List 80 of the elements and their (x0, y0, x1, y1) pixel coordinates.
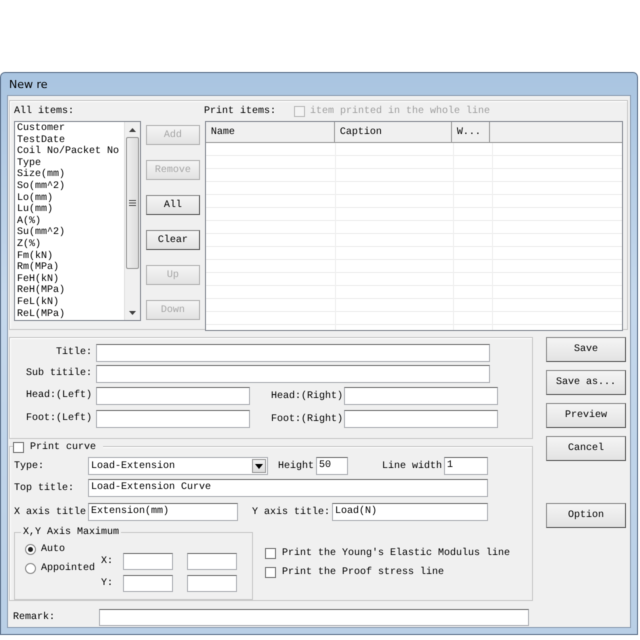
field-label: Height (278, 460, 314, 472)
text-field[interactable]: Extension(mm) (88, 503, 238, 521)
list-item[interactable]: Rm(MPa) (17, 262, 122, 274)
button[interactable]: Save as... (546, 370, 626, 395)
list-item[interactable]: Fm(kN) (17, 250, 122, 262)
radio-button[interactable] (25, 563, 36, 574)
list-item[interactable]: Coil No/Packet No (17, 146, 122, 158)
field-label: Foot:(Right) (270, 414, 343, 424)
field-label: Foot:(Left) (24, 412, 92, 426)
field-label: Head:(Left) (24, 388, 92, 403)
field-label: Sub titile: (24, 366, 92, 381)
field-label: Type: (14, 460, 46, 472)
list-item[interactable]: FeL(kN) (17, 296, 122, 308)
text-field[interactable] (187, 575, 238, 592)
field-label: Y axis title: (252, 506, 330, 518)
button[interactable]: Cancel (546, 436, 626, 461)
dropdown[interactable]: Load-Extension (88, 457, 268, 475)
group-title: X,Y Axis Maximum (21, 527, 122, 539)
field-label: Top title: (14, 482, 76, 494)
text-field[interactable] (96, 410, 250, 428)
text-field[interactable] (99, 609, 529, 626)
text-field[interactable] (96, 387, 250, 405)
scrollbar[interactable] (124, 122, 140, 320)
radio-button[interactable] (25, 544, 36, 555)
text-field[interactable] (96, 365, 490, 383)
grip-icon (128, 200, 136, 206)
field-label: Remark: (13, 612, 56, 623)
text-field[interactable] (344, 387, 498, 405)
window-title: New re (9, 78, 48, 90)
checkbox-label: Print curve (30, 442, 96, 452)
list-item[interactable]: So(mm^2) (17, 180, 122, 193)
down-arrow-icon[interactable] (128, 310, 136, 314)
text-field[interactable]: 1 (444, 457, 488, 475)
column-header[interactable]: W... (452, 122, 490, 142)
list-item[interactable]: Customer (17, 123, 122, 135)
list-item[interactable]: A(%) (17, 216, 122, 228)
text-field[interactable]: 50 (316, 457, 348, 475)
text-field[interactable] (123, 553, 174, 570)
button[interactable]: Option (546, 503, 626, 528)
field-label: X: (101, 556, 114, 567)
column-header[interactable]: Name (206, 122, 335, 142)
list-item[interactable]: ReL(MPa) (17, 308, 122, 320)
list-item[interactable]: FeH(kN) (17, 274, 122, 286)
list-item[interactable]: Size(mm) (17, 169, 122, 181)
list-item[interactable]: Z(%) (17, 238, 122, 251)
list-item[interactable]: ReH(MPa) (17, 285, 122, 297)
field-label: Y: (101, 578, 114, 589)
list-item[interactable]: TestDate (17, 134, 122, 146)
checkbox[interactable] (265, 548, 276, 559)
field-label: Head:(Right) (270, 390, 343, 402)
field-label: Line width (382, 460, 442, 472)
checkbox-label: Print the Proof stress line (282, 567, 444, 578)
up-arrow-icon[interactable] (128, 128, 136, 132)
list-item[interactable]: Lo(mm) (17, 192, 122, 204)
field-label: Title: (54, 346, 92, 360)
radio-label: Appointed (41, 563, 96, 574)
list-item[interactable]: Su(mm^2) (17, 227, 122, 239)
checkbox-label: item printed in the whole line (310, 106, 490, 116)
checkbox-label: Print the Young's Elastic Modulus line (282, 548, 510, 559)
caret-icon (252, 459, 266, 473)
button[interactable]: Save (546, 337, 626, 362)
text-field[interactable] (344, 410, 498, 428)
text-field[interactable]: Load-Extension Curve (88, 479, 488, 497)
item-list[interactable]: Customer TestDate Coil No/Packet No Type Size(mm) So(mm^2) Lo(mm) Lu(mm) A(%) Su(mm^2) Z(%) Fm(kN) Rm(MPa) FeH(kN) ReH(MPa) FeL(kN) ReL(MPa) (14, 121, 141, 321)
checkbox[interactable] (13, 442, 24, 452)
list-label: All items: (14, 106, 76, 116)
text-field[interactable] (96, 344, 490, 362)
checkbox[interactable] (265, 567, 276, 578)
button[interactable]: Preview (546, 403, 626, 428)
button[interactable]: All (146, 195, 200, 215)
column-header[interactable]: Caption (334, 122, 452, 142)
button[interactable]: Clear (146, 230, 200, 250)
field-label: X axis title (14, 506, 88, 518)
list-item[interactable]: Lu(mm) (17, 204, 122, 216)
text-field[interactable]: Load(N) (332, 503, 488, 521)
print-items-label: Print items: (204, 106, 276, 116)
radio-label: Auto (41, 544, 66, 555)
list-item[interactable]: Type (17, 158, 122, 170)
text-field[interactable] (187, 553, 238, 570)
text-field[interactable] (123, 575, 174, 592)
